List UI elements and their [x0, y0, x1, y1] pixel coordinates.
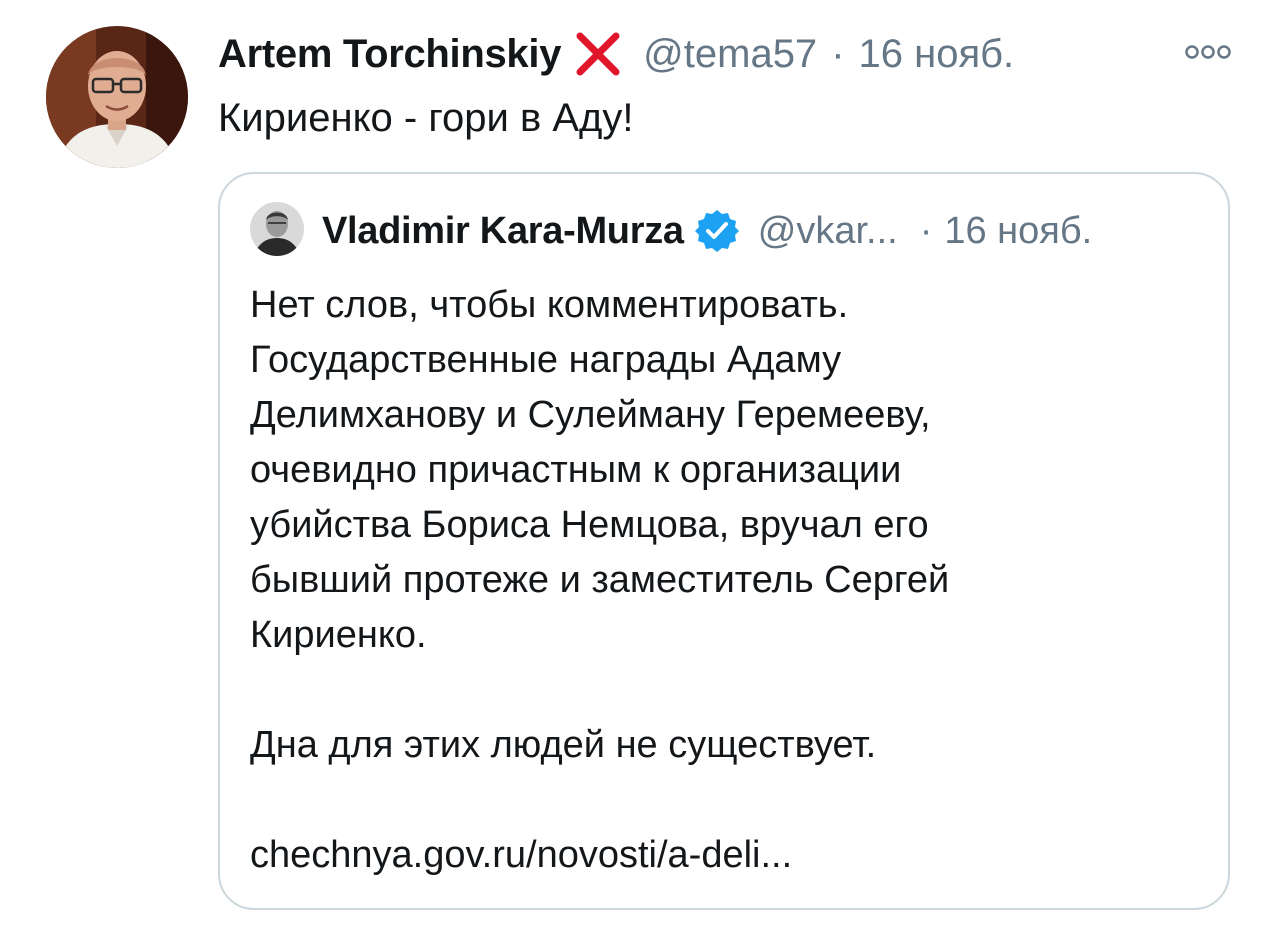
quoted-text-line: Государственные награды Адаму	[250, 339, 842, 381]
quoted-text-line: очевидно причастным к организации	[250, 449, 902, 491]
quoted-separator-dot: ·	[919, 209, 933, 252]
verified-badge-icon	[694, 208, 740, 254]
more-options-icon[interactable]	[1184, 42, 1232, 62]
quoted-text-line: убийства Бориса Немцова, вручал его	[250, 504, 929, 546]
author-name[interactable]: Artem Torchinskiy	[218, 32, 561, 77]
red-x-icon	[575, 31, 621, 77]
author-handle[interactable]: @tema57	[643, 32, 817, 77]
quoted-text-line: Кириенко.	[250, 614, 427, 656]
tweet-text: Кириенко - гори в Аду!	[218, 96, 634, 140]
quoted-link[interactable]: chechnya.gov.ru/novosti/a-deli...	[250, 828, 1210, 883]
tweet-header: Artem Torchinskiy @tema57 · 16 нояб.	[218, 28, 1014, 80]
quoted-text-line: Делимханову и Сулейману Геремееву,	[250, 394, 931, 436]
quoted-text-line: бывший протеже и заместитель Сергей	[250, 559, 950, 601]
quoted-text-line: Нет слов, чтобы комментировать.	[250, 284, 849, 326]
quoted-author-handle[interactable]: @vkar...	[758, 210, 898, 253]
tweet-date[interactable]: 16 нояб.	[859, 32, 1015, 77]
quoted-author-avatar	[250, 202, 304, 256]
quoted-tweet-date[interactable]: 16 нояб.	[944, 210, 1092, 253]
author-avatar[interactable]	[46, 26, 188, 168]
quoted-tweet-body: Нет слов, чтобы комментировать. Государс…	[250, 278, 1210, 883]
quoted-tweet-header: Vladimir Kara-Murza @vkar... · 16 нояб.	[322, 204, 1092, 258]
quoted-closing-line: Дна для этих людей не существует.	[250, 724, 877, 766]
quoted-tweet-card[interactable]: Vladimir Kara-Murza @vkar... · 16 нояб. …	[218, 172, 1230, 910]
quoted-author-name[interactable]: Vladimir Kara-Murza	[322, 210, 684, 253]
separator-dot: ·	[831, 31, 845, 76]
